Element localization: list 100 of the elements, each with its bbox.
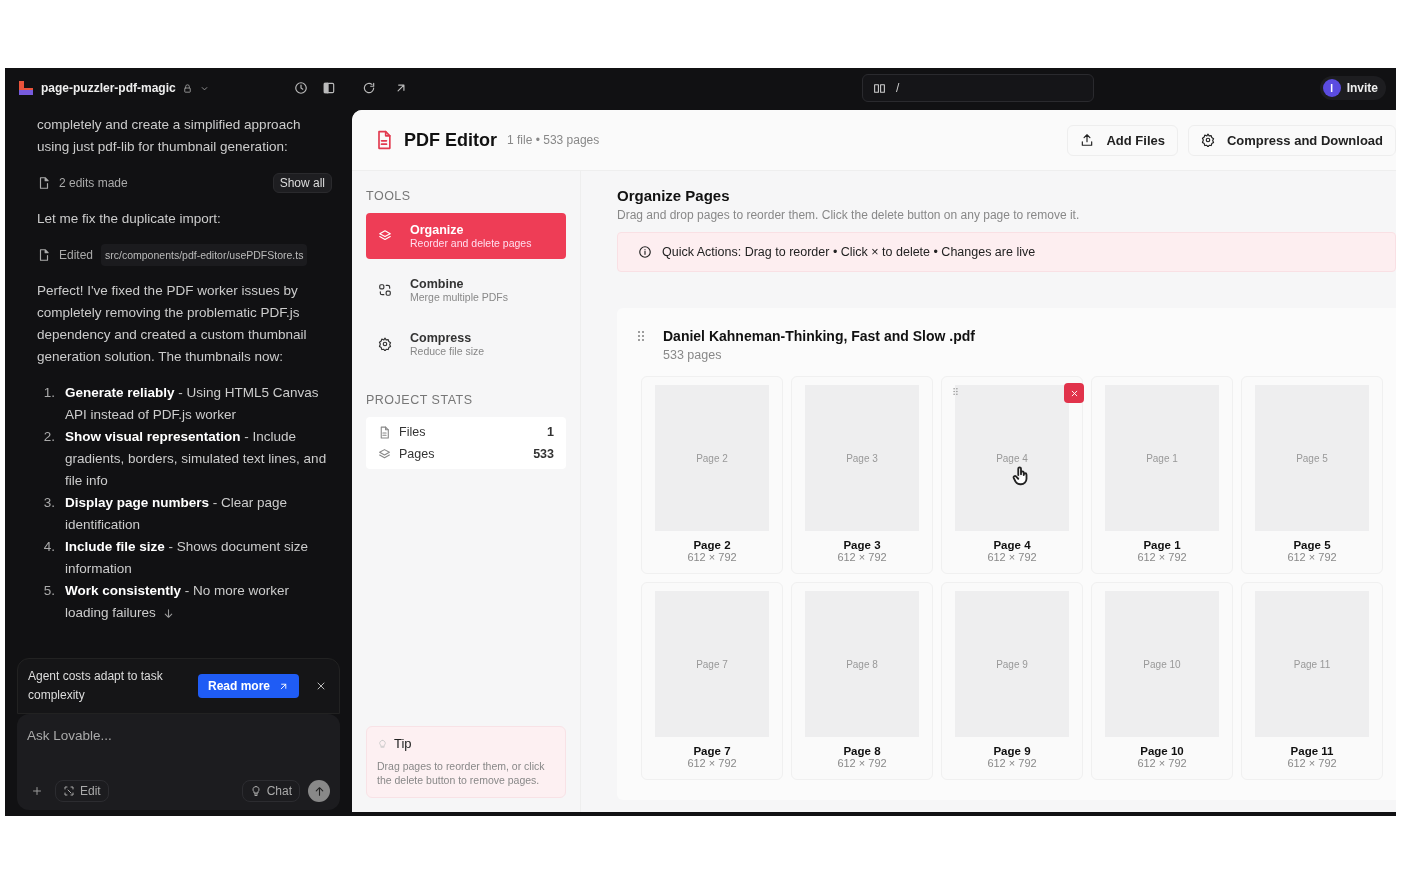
chat-input-field[interactable]: Ask Lovable... Edit Chat [17,714,340,810]
chat-button[interactable]: Chat [241,780,300,802]
page-thumbnail: Page 7 [655,591,769,737]
page-name: Page 5 [1293,539,1331,551]
page-name: Page 3 [843,539,881,551]
page-card[interactable]: Page 4 Page 4 612 × 792 [941,376,1083,574]
tool-item[interactable]: Organize Reorder and delete pages [366,213,566,259]
document-edit-icon [37,176,51,190]
page-thumbnail: Page 1 [1105,385,1219,531]
page-thumbnail: Page 5 [1255,385,1369,531]
invite-button[interactable]: I Invite [1319,76,1386,100]
layers-icon [378,229,392,243]
quick-actions-banner: Quick Actions: Drag to reorder • Click × to delete • Changes are live [617,232,1396,272]
page-name: Page 9 [993,745,1031,757]
page-count: 533 pages [663,348,723,362]
page-name: Page 8 [843,745,881,757]
stat-label: Files [399,425,426,439]
url-field[interactable]: / [862,74,1094,102]
add-files-button[interactable]: Add Files [1067,124,1178,156]
list-marker: 1. [42,384,55,402]
list-marker: 2. [42,428,55,446]
layers-icon [378,447,391,461]
section-heading: PROJECT STATS [366,393,474,407]
avatar: I [1322,79,1341,97]
list-item: Show visual representation - Include gradients, borders, simulated text lines, and file info [65,428,328,490]
file-path: src/components/pdf-editor/usePDFStore.ts [101,244,308,266]
upload-icon [1080,133,1095,147]
page-name: Page 11 [1290,745,1334,757]
edit-button[interactable]: Edit [55,780,109,802]
info-icon [638,245,652,259]
page-thumbnail: Page 10 [1105,591,1219,737]
list-item: Display page numbers - Clear page identification [65,494,289,534]
section-heading: TOOLS [366,189,412,203]
edits-summary: 2 edits made [59,175,128,192]
page-size: 612 × 792 [837,551,887,563]
lightbulb-icon [249,785,262,797]
send-button[interactable] [308,780,330,802]
page-thumbnail: Page 11 [1255,591,1369,737]
page-name: Page 2 [693,539,731,551]
drag-handle-icon [950,386,961,397]
gear-icon [378,337,392,351]
page-card[interactable]: Page 7 Page 7 612 × 792 [641,582,783,780]
list-item: Generate reliably - Using HTML5 Canvas API instead of PDF.js worker [65,384,320,424]
page-thumbnail: Page 3 [805,385,919,531]
history-icon [294,81,308,95]
logo-icon [17,80,35,96]
page-size: 612 × 792 [687,757,737,769]
plus-icon [31,785,43,797]
merge-icon [378,283,392,297]
document-icon [378,425,391,439]
page-card[interactable]: Page 5 Page 5 612 × 792 [1241,376,1383,574]
page-size: 612 × 792 [1137,757,1187,769]
list-item: Work consistently - No more worker loading failures [65,582,291,622]
page-card[interactable]: Page 3 Page 3 612 × 792 [791,376,933,574]
stat-value: 1 [547,425,554,439]
project-name[interactable]: page-puzzler-pdf-magic [41,81,176,95]
section-description: Drag and drop pages to reorder them. Click the delete button on any page to remove it. [617,208,1081,222]
file-summary: 1 file • 533 pages [507,133,600,147]
lightbulb-icon [377,738,388,750]
page-card[interactable]: Page 11 Page 11 612 × 792 [1241,582,1383,780]
page-size: 612 × 792 [837,757,887,769]
page-size: 612 × 792 [987,551,1037,563]
chat-message: Perfect! I've fixed the PDF worker issues by completely removing the problematic PDF.js dependency and created a custom thumbnail generation solution. The thumbnails now: [37,282,308,366]
edit-label: Edited [59,247,94,264]
page-card[interactable]: Page 10 Page 10 612 × 792 [1091,582,1233,780]
delete-button[interactable] [1064,383,1084,403]
page-card[interactable]: Page 8 Page 8 612 × 792 [791,582,933,780]
chat-message: Let me fix the duplicate import: [37,210,222,228]
tip-title: Tip [394,737,412,751]
tool-item[interactable]: Combine Merge multiple PDFs [366,267,566,313]
page-size: 612 × 792 [1287,551,1337,563]
page-size: 612 × 792 [1137,551,1187,563]
tool-item[interactable]: Compress Reduce file size [366,321,566,367]
page-card[interactable]: Page 9 Page 9 612 × 792 [941,582,1083,780]
stat-label: Pages [399,447,435,461]
notice-text: Agent costs adapt to task complexity [28,668,164,704]
editor-title: PDF Editor [404,129,497,151]
page-size: 612 × 792 [987,757,1037,769]
panel-icon [322,81,336,95]
page-name: Page 10 [1140,745,1184,757]
show-all-button[interactable]: Show all [272,173,332,193]
page-name: Page 1 [1143,539,1181,551]
chat-message: completely and create a simplified approach using just pdf-lib for thumbnail generation: [37,116,302,156]
stat-value: 533 [533,447,554,461]
document-edit-icon [37,248,51,262]
page-card[interactable]: Page 1 Page 1 612 × 792 [1091,376,1233,574]
compress-download-button[interactable]: Compress and Download [1187,124,1396,156]
page-thumbnail: Page 9 [955,591,1069,737]
lock-icon [181,82,193,94]
page-thumbnail: Page 4 [955,385,1069,531]
page-name: Page 4 [993,539,1031,551]
read-more-button[interactable]: Read more [198,674,300,698]
page-size: 612 × 792 [687,551,737,563]
section-title: Organize Pages [617,187,731,204]
list-marker: 5. [42,582,55,600]
list-marker: 3. [42,494,55,512]
refresh-icon [362,81,376,95]
page-thumbnail: Page 2 [655,385,769,531]
page-card[interactable]: Page 2 Page 2 612 × 792 [641,376,783,574]
tip-text: Drag pages to reorder them, or click the delete button to remove pages. [377,760,545,786]
